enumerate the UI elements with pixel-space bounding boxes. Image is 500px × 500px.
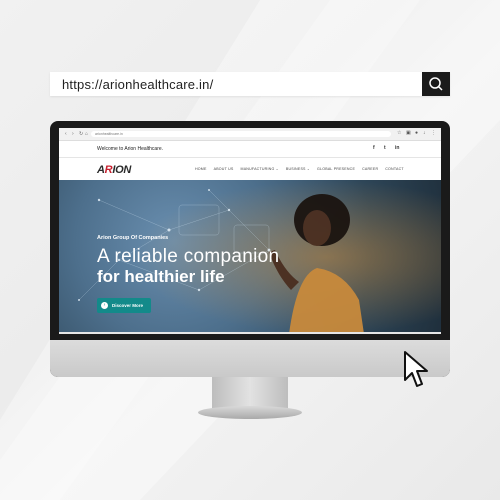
menu-item-contact[interactable]: CONTACT: [385, 167, 404, 171]
menu-item-about[interactable]: ABOUT US: [214, 167, 234, 171]
browser-address-bar[interactable]: arionhealthcare.in: [91, 131, 391, 137]
hero-headline: A reliable companion: [97, 246, 280, 267]
twitter-icon[interactable]: t: [384, 145, 386, 151]
search-icon: [429, 77, 443, 91]
menu-item-manufacturing[interactable]: MANUFACTURING ⌄: [241, 167, 279, 171]
hero-headline-bold: for healthier life: [97, 267, 225, 286]
hero-banner: Arion Group Of Companies A reliable comp…: [59, 180, 441, 334]
arrow-right-icon: ›: [101, 302, 108, 309]
arion-logo[interactable]: ARION: [97, 164, 131, 176]
url-text: https://arionhealthcare.in/: [62, 77, 214, 92]
home-icon[interactable]: ⌂: [85, 131, 88, 137]
monitor-base: [198, 406, 302, 419]
back-icon[interactable]: ‹: [65, 131, 67, 137]
extensions-icon[interactable]: ▣: [406, 131, 411, 136]
monitor-chin: [50, 340, 450, 377]
logo-part: ION: [112, 164, 131, 176]
site-topbar: Welcome to Arion Healthcare. f t in: [59, 141, 441, 158]
discover-more-button[interactable]: › Discover More: [97, 298, 151, 313]
site-navbar: ARION HOME ABOUT US MANUFACTURING ⌄ BUSI…: [59, 158, 441, 180]
menu-item-global-presence[interactable]: GLOBAL PRESENCE: [317, 167, 355, 171]
main-menu: HOME ABOUT US MANUFACTURING ⌄ BUSINESS ⌄…: [195, 167, 404, 171]
screen-bottom-strip: [59, 332, 441, 334]
profile-icon[interactable]: ●: [415, 131, 420, 136]
forward-icon[interactable]: ›: [72, 131, 74, 137]
menu-item-home[interactable]: HOME: [195, 167, 207, 171]
download-icon[interactable]: ↓: [423, 131, 428, 136]
monitor-screen: ‹ › ↻ ⌂ arionhealthcare.in ☆ ▣ ● ↓ ⋮ Wel…: [59, 128, 441, 334]
url-search-bar[interactable]: https://arionhealthcare.in/: [50, 72, 450, 96]
browser-chrome: ‹ › ↻ ⌂ arionhealthcare.in ☆ ▣ ● ↓ ⋮: [59, 128, 441, 141]
menu-icon[interactable]: ⋮: [431, 131, 436, 136]
star-icon[interactable]: ☆: [397, 131, 402, 136]
reload-icon[interactable]: ↻: [79, 131, 83, 137]
discover-more-label: Discover More: [112, 303, 144, 308]
mouse-cursor-icon: [404, 351, 428, 387]
facebook-icon[interactable]: f: [373, 145, 375, 151]
logo-part: A: [97, 164, 105, 176]
welcome-text: Welcome to Arion Healthcare.: [97, 146, 164, 152]
search-button[interactable]: [422, 72, 450, 96]
hero-eyebrow: Arion Group Of Companies: [97, 235, 169, 241]
monitor-stand: [212, 377, 288, 409]
linkedin-icon[interactable]: in: [395, 145, 399, 151]
menu-item-career[interactable]: CAREER: [362, 167, 378, 171]
menu-item-business[interactable]: BUSINESS ⌄: [286, 167, 310, 171]
